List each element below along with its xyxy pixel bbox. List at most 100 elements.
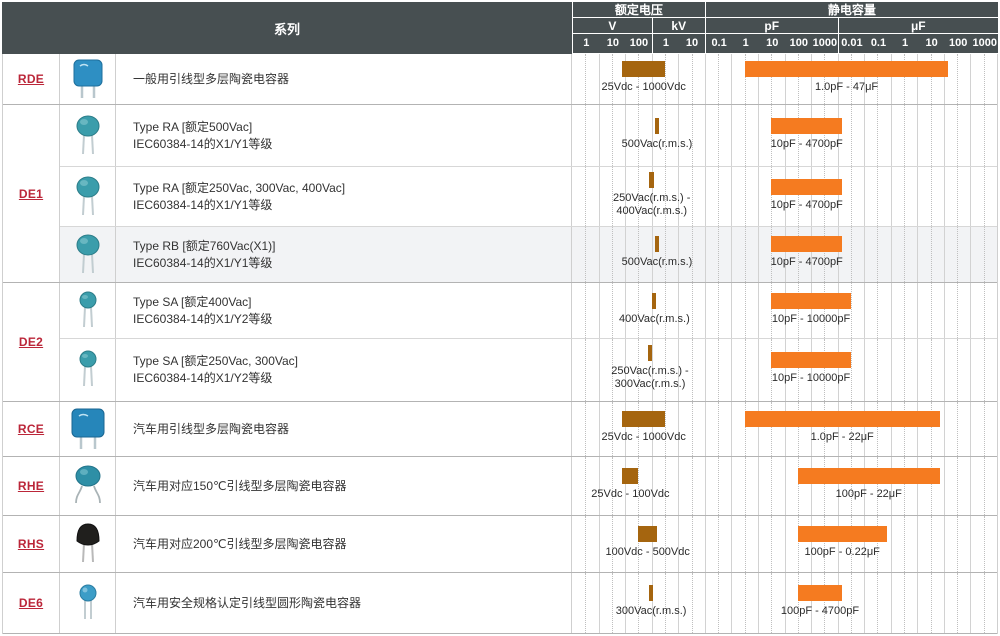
grid-line [678,457,679,515]
scale-tick: 1000 [812,34,839,53]
grid-line [891,283,892,338]
capacitance-range-bar-label: 100pF - 4700pF [781,605,859,618]
scale-tick: 100 [626,34,653,53]
capacitance-range-bar [771,236,842,252]
description-cell: Type RA [额定500Vac]IEC60384-14的X1/Y1等级 [116,105,572,166]
table-row: Type SA [额定250Vac, 300Vac]IEC60384-14的X1… [60,339,997,401]
axis-group-header: 额定电压 [573,2,706,17]
scale-tick: 1 [732,34,759,53]
voltage-range-bar-label: 25Vdc - 100Vdc [591,488,669,501]
grid-tick-line [824,105,825,166]
grid-line [785,105,786,166]
grid-tick-line [957,516,958,572]
grid-line [705,167,706,226]
grid-line [678,402,679,456]
grid-tick-line [904,339,905,401]
capacitance-range-bar [771,352,851,368]
grid-tick-line [638,457,639,515]
grid-line [599,105,600,166]
axis-unit-header: V [573,18,653,33]
grid-tick-line [692,227,693,282]
grid-line [625,516,626,572]
grid-line [731,283,732,338]
description-line: IEC60384-14的X1/Y1等级 [133,197,571,214]
series-link-de6[interactable]: DE6 [19,596,43,610]
voltage-range-bar-label: 25Vdc - 1000Vdc [601,431,685,444]
grid-line [758,516,759,572]
grid-line [599,573,600,633]
grid-tick-line [851,105,852,166]
grid-tick-line [798,516,799,572]
series-link-de1[interactable]: DE1 [19,187,43,201]
axis-group-header: 静电容量 [706,2,998,17]
series-group-de6: DE6汽车用安全规格认定引线型圆形陶瓷电容器300Vac(r.m.s.)100p… [3,573,997,634]
series-link-rde[interactable]: RDE [18,72,44,86]
grid-tick-line [718,516,719,572]
grid-tick-line [904,227,905,282]
grid-tick-line [984,402,985,456]
disc-small-icon [75,349,101,391]
grid-tick-line [771,339,772,401]
grid-line [838,516,839,572]
table-row: 一般用引线型多层陶瓷电容器25Vdc - 1000Vdc1.0pF - 47μF [60,54,997,104]
grid-tick-line [957,339,958,401]
grid-line [944,457,945,515]
grid-tick-line [984,54,985,104]
group-rows: 汽车用对应200℃引线型多层陶瓷电容器100Vdc - 500Vdc100pF … [60,516,997,572]
grid-tick-line [957,105,958,166]
header-unit-row: VkVpFμF [573,18,998,34]
disc-small-icon [75,290,101,332]
grid-line [652,105,653,166]
grid-line [758,339,759,401]
range-chart-cell: 500Vac(r.m.s.)10pF - 4700pF [572,227,997,282]
grid-line [944,283,945,338]
capacitor-lineup-table: 系列 额定电压静电容量 VkVpFμF 1101001100.111010010… [0,0,1000,636]
capacitance-range-bar-label: 10pF - 10000pF [772,313,850,326]
grid-tick-line [931,283,932,338]
grid-line [705,339,706,401]
grid-tick-line [585,402,586,456]
grid-line [838,339,839,401]
grid-line [917,227,918,282]
grid-tick-line [585,105,586,166]
disc-large-icon [72,113,104,159]
voltage-range-bar [622,61,665,77]
group-rows: Type RA [额定500Vac]IEC60384-14的X1/Y1等级 500… [60,105,997,282]
grid-line [758,283,759,338]
range-chart-cell: 250Vac(r.m.s.) - 400Vac(r.m.s.)10pF - 47… [572,167,997,226]
series-link-rhe[interactable]: RHE [18,479,44,493]
grid-line [970,573,971,633]
scale-tick: 1 [892,34,919,53]
grid-line [599,54,600,104]
series-group-rhe: RHE汽车用对应150℃引线型多层陶瓷电容器25Vdc - 100Vdc100p… [3,457,997,516]
group-rows: Type SA [额定400Vac]IEC60384-14的X1/Y2等级400… [60,283,997,401]
grid-tick-line [798,573,799,633]
series-link-rce[interactable]: RCE [18,422,44,436]
capacitance-range-bar [771,118,842,134]
grid-line [625,457,626,515]
grid-line [917,105,918,166]
description-line: Type SA [额定250Vac, 300Vac] [133,353,571,370]
grid-tick-line [984,283,985,338]
grid-tick-line [718,573,719,633]
series-cell: RCE [3,402,60,456]
series-link-rhs[interactable]: RHS [18,537,44,551]
disc-large-icon [72,174,104,220]
series-link-de2[interactable]: DE2 [19,335,43,349]
grid-line [970,54,971,104]
grid-line [599,283,600,338]
grid-tick-line [904,457,905,515]
description-cell: 汽车用引线型多层陶瓷电容器 [116,402,572,456]
description-cell: Type RA [额定250Vac, 300Vac, 400Vac]IEC603… [116,167,572,226]
description-line: Type RB [额定760Vac(X1)] [133,238,571,255]
grid-line [970,402,971,456]
grid-line [758,457,759,515]
grid-line [944,402,945,456]
icon-cell [60,283,116,338]
grid-line [811,457,812,515]
grid-line [811,573,812,633]
grid-tick-line [798,105,799,166]
grid-tick-line [877,283,878,338]
grid-tick-line [638,516,639,572]
grid-tick-line [931,516,932,572]
